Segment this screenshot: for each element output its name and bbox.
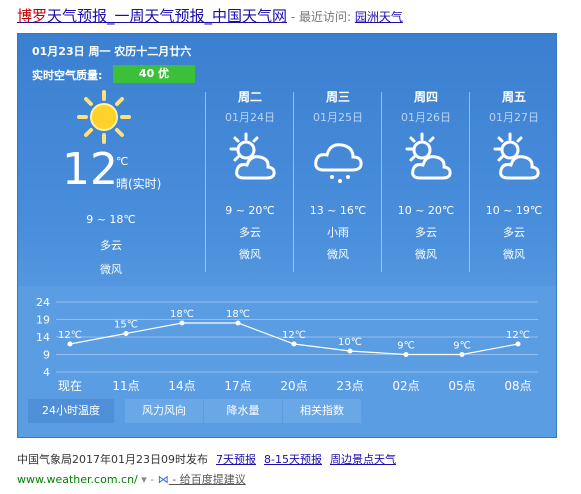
x-tick-label: 20点 <box>280 379 307 393</box>
aqi-badge[interactable]: 40 优 <box>113 65 195 83</box>
forecast-range: 10 ~ 19℃ <box>485 204 543 217</box>
publish-info: 中国气象局2017年01月23日09时发布 <box>17 453 208 466</box>
y-tick-label: 24 <box>36 296 50 309</box>
today-date: 01月23日 周一 农历十二月廿六 <box>32 45 192 58</box>
point-label: 18℃ <box>170 309 194 320</box>
forecast-range: 9 ~ 20℃ <box>225 204 275 217</box>
link-nearby-spots[interactable]: 周边景点天气 <box>330 453 396 466</box>
forecast-date: 01月25日 <box>313 111 363 124</box>
y-tick-label: 14 <box>36 331 50 344</box>
weather-card: 01月23日 周一 农历十二月廿六 实时空气质量: 40 优 12 ℃ 晴(实时… <box>17 33 557 438</box>
forecast-wind: 微风 <box>327 248 349 261</box>
recent-visit-link[interactable]: 园洲天气 <box>355 10 403 24</box>
point-label: 15℃ <box>114 320 138 331</box>
tab-wind[interactable]: 风力风向 <box>125 399 203 423</box>
forecast-condition: 多云 <box>503 226 525 239</box>
temperature-point <box>179 320 185 326</box>
feedback-link[interactable]: - 给百度提建议 <box>169 473 245 486</box>
source-url[interactable]: www.weather.com.cn/ <box>17 473 138 486</box>
forecast-day[interactable]: 周二 01月24日 9 ~ 20℃ 多云 微风 <box>206 88 294 264</box>
forecast-weekday: 周三 <box>325 90 350 104</box>
today-condition: 多云 <box>100 239 122 252</box>
x-tick-label: 02点 <box>392 379 419 393</box>
tab-24h-temperature[interactable]: 24小时温度 <box>28 399 114 423</box>
x-tick-label: 05点 <box>448 379 475 393</box>
x-tick-label: 现在 <box>58 379 82 393</box>
point-label: 12℃ <box>58 330 82 341</box>
forecast-weekday: 周四 <box>413 90 438 104</box>
x-tick-label: 17点 <box>224 379 251 393</box>
forecast-date: 01月24日 <box>225 111 275 124</box>
publish-line: 中国气象局2017年01月23日09时发布 7天预报 8-15天预报 周边景点天气 <box>17 451 396 467</box>
temperature-point <box>291 341 297 347</box>
temperature-point <box>123 331 129 336</box>
source-line: www.weather.com.cn/ ▾ - ⋈ - 给百度提建议 <box>17 471 246 487</box>
forecast-weekday: 周五 <box>501 90 526 104</box>
y-tick-label: 9 <box>43 349 50 362</box>
y-tick-label: 4 <box>43 366 50 379</box>
forecast-range: 13 ~ 16℃ <box>309 204 367 217</box>
result-title-row: 博罗天气预报_一周天气预报_中国天气网 - 最近访问: 园洲天气 <box>17 6 403 27</box>
temperature-point <box>235 320 241 326</box>
light-rain-icon <box>314 143 363 183</box>
forecast-day[interactable]: 周四 01月26日 10 ~ 20℃ 多云 微风 <box>382 88 470 264</box>
x-tick-label: 23点 <box>336 379 363 393</box>
today-range: 9 ~ 18℃ <box>86 213 136 226</box>
partly-cloudy-icon <box>493 132 540 180</box>
tab-indices[interactable]: 相关指数 <box>283 399 361 423</box>
tab-precipitation[interactable]: 降水量 <box>204 399 282 423</box>
current-condition-note: 晴(实时) <box>116 177 162 191</box>
temperature-point <box>515 341 521 347</box>
temperature-point <box>347 348 353 354</box>
forecast-condition: 多云 <box>239 226 261 239</box>
current-temperature: 12 <box>62 144 118 195</box>
point-label: 10℃ <box>338 337 362 348</box>
recent-visit-label: - 最近访问: <box>287 10 355 24</box>
forecast-date: 01月27日 <box>489 111 539 124</box>
partly-cloudy-icon <box>405 132 452 180</box>
point-label: 9℃ <box>397 341 415 352</box>
source-menu-caret[interactable]: ▾ - <box>138 473 158 486</box>
partly-cloudy-icon <box>229 132 276 180</box>
x-tick-label: 11点 <box>112 379 139 393</box>
point-label: 12℃ <box>282 330 306 341</box>
temperature-point <box>403 352 409 357</box>
bow-tie-icon: ⋈ <box>157 473 169 486</box>
forecast-range: 10 ~ 20℃ <box>397 204 455 217</box>
y-tick-label: 19 <box>36 314 50 327</box>
forecast-day[interactable]: 周三 01月25日 13 ~ 16℃ 小雨 微风 <box>294 88 382 264</box>
aqi-label: 实时空气质量: <box>32 69 103 82</box>
forecast-wind: 微风 <box>503 248 525 261</box>
link-8-15-day[interactable]: 8-15天预报 <box>264 453 322 466</box>
link-7-day[interactable]: 7天预报 <box>216 453 256 466</box>
x-tick-label: 14点 <box>168 379 195 393</box>
hourly-temperature-chart: 24 19 14 9 4 12℃ 现在 15℃ 11点 18℃ 14点 18℃ 17点 12℃ 20点 10℃… <box>36 296 538 393</box>
result-title-link[interactable]: 博罗天气预报_一周天气预报_中国天气网 <box>17 7 287 25</box>
x-tick-label: 08点 <box>504 379 531 393</box>
temperature-point <box>459 352 465 357</box>
forecast-date: 01月26日 <box>401 111 451 124</box>
hourly-temperature-panel: 24 19 14 9 4 12℃ 现在 15℃ 11点 18℃ 14点 18℃ 17点 12℃ 20点 10℃… <box>18 286 556 437</box>
title-rest: 天气预报_一周天气预报_中国天气网 <box>47 7 288 25</box>
forecast-condition: 小雨 <box>327 226 349 239</box>
forecast-wind: 微风 <box>415 248 437 261</box>
point-label: 9℃ <box>453 341 471 352</box>
forecast-condition: 多云 <box>415 226 437 239</box>
temperature-point <box>67 341 73 347</box>
point-label: 18℃ <box>226 309 250 320</box>
forecast-day[interactable]: 周五 01月27日 10 ~ 19℃ 多云 微风 <box>470 88 558 264</box>
forecast-wind: 微风 <box>239 248 261 261</box>
temperature-unit: ℃ <box>116 155 129 168</box>
forecast-weekday: 周二 <box>237 90 262 104</box>
today-wind: 微风 <box>100 263 122 276</box>
title-highlight: 博罗 <box>17 7 48 25</box>
sun-icon <box>77 90 131 144</box>
point-label: 12℃ <box>506 330 530 341</box>
